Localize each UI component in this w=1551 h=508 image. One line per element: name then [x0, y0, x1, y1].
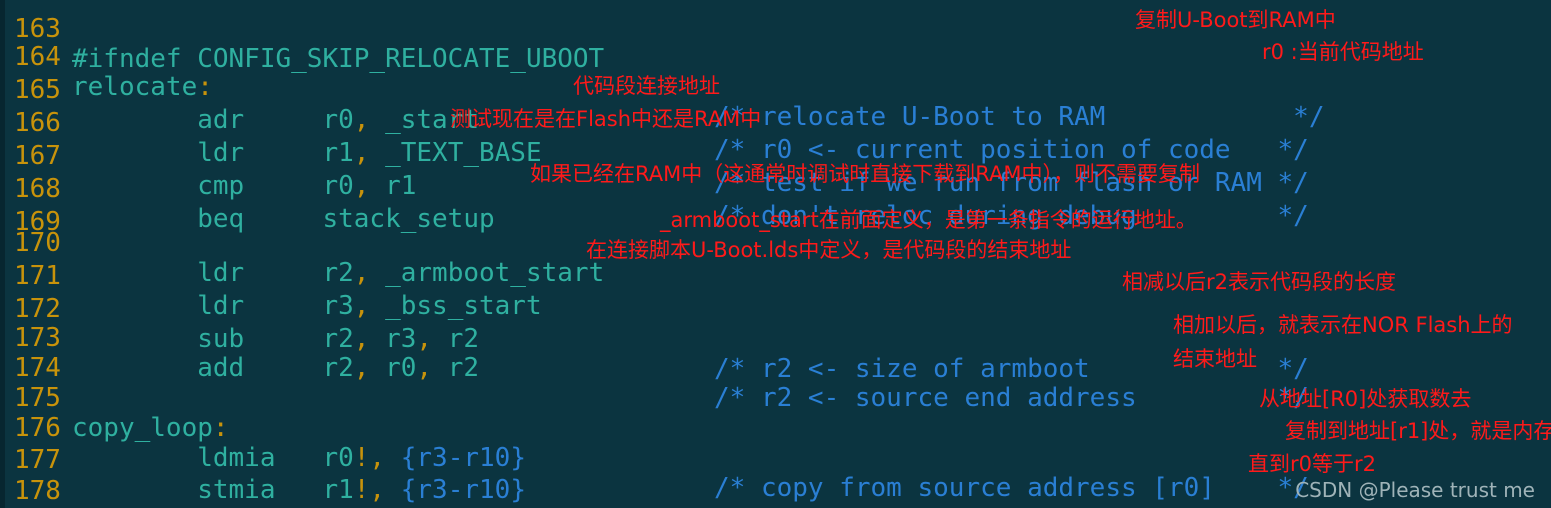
code-line: 166 ldr r1, _TEXT_BASE /* test if we run… — [0, 78, 1551, 198]
annotation-load-from-r0: 从地址[R0]处获取数去 — [1259, 387, 1472, 411]
csdn-watermark: CSDN @Please trust me — [1295, 478, 1535, 502]
annotation-r0-current-address: r0 :当前代码地址 — [1262, 40, 1424, 64]
annotation-armboot-start-definition: _armboot_start在前面定义，是第一条指令的运行地址。 — [660, 208, 1197, 232]
code-line: 167 cmp r0, r1 /* don't reloc during deb… — [0, 111, 1551, 231]
annotation-r2-code-length: 相减以后r2表示代码段的长度 — [1122, 270, 1396, 294]
annotation-nor-flash-end-address: 相加以后，就表示在NOR Flash上的结束地址 — [1173, 313, 1513, 371]
annotation-relocate-to-ram: 复制U-Boot到RAM中 — [1135, 8, 1336, 32]
code-screenshot: 163 #ifndef CONFIG_SKIP_RELOCATE_UBOOT 1… — [0, 0, 1551, 508]
annotation-until-r0-equals-r2: 直到r0等于r2 — [1248, 452, 1376, 476]
annotation-already-in-ram-no-copy: 如果已经在RAM中（这通常时调试时直接下载到RAM中），则不需要复制 — [530, 162, 1200, 186]
annotation-bss-start-definition: 在连接脚本U-Boot.lds中定义，是代码段的结束地址 — [586, 238, 1072, 262]
annotation-store-to-r1: 复制到地址[r1]处，就是内存 — [1285, 419, 1551, 443]
annotation-text-base-link-address: 代码段连接地址 — [573, 74, 720, 98]
annotation-test-flash-or-ram: 测试现在是在Flash中还是RAM中 — [450, 107, 762, 131]
